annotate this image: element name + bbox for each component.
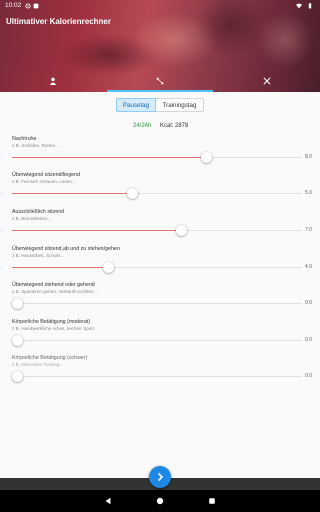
tab-bar bbox=[0, 70, 320, 92]
activity-label: Nachtruhe bbox=[12, 136, 37, 142]
slider-thumb[interactable] bbox=[103, 262, 115, 273]
wifi-icon bbox=[296, 3, 302, 8]
resize-icon bbox=[156, 77, 164, 85]
slider-fill bbox=[12, 193, 133, 194]
header-banner: 10:02 Ultimativer Kalorienrechner bbox=[0, 0, 320, 92]
tab-profile[interactable] bbox=[0, 70, 107, 92]
activity-value: 5.0 bbox=[305, 190, 312, 196]
activity-row: Überwiegend sitzend,ab und zu stehen/geh… bbox=[12, 246, 312, 286]
activity-slider[interactable] bbox=[12, 262, 302, 273]
activity-value: 4.0 bbox=[305, 264, 312, 270]
day-type-selector: Pausetag Trainingstag bbox=[116, 98, 204, 112]
nav-back-button[interactable] bbox=[104, 497, 112, 505]
trainingstag-button[interactable]: Trainingstag bbox=[156, 98, 204, 112]
activity-label: Körperliche Betätigung (schwer) bbox=[12, 355, 88, 361]
activity-row: Nachtruhe z.B. Schlafen, Ruhen... 8.0 bbox=[12, 136, 312, 176]
activity-label: Ausschließlich sitzend bbox=[12, 209, 65, 215]
activity-slider[interactable] bbox=[12, 371, 302, 382]
activity-slider[interactable] bbox=[12, 335, 302, 346]
slider-thumb[interactable] bbox=[175, 225, 187, 236]
back-icon bbox=[105, 497, 111, 505]
activity-label: Überwiegend stehend oder gehend bbox=[12, 282, 95, 288]
activity-value: 7.0 bbox=[305, 227, 312, 233]
activity-label: Überwiegend sitzend/liegend bbox=[12, 172, 81, 178]
activity-value: 0.0 bbox=[305, 300, 312, 306]
status-time: 10:02 bbox=[5, 2, 22, 9]
activity-hint: z.B. Spazieren gehen, Verkäufer,Kellner.… bbox=[12, 289, 98, 294]
activity-slider[interactable] bbox=[12, 225, 302, 236]
tab-nutrition[interactable] bbox=[213, 70, 320, 92]
activity-label: Überwiegend sitzend,ab und zu stehen/geh… bbox=[12, 246, 120, 252]
activity-hint: z.B. Intensives Training... bbox=[12, 362, 64, 367]
activity-row: Ausschließlich sitzend z.B. Büroarbeiten… bbox=[12, 209, 312, 249]
daily-summary: 24/24h Kcal: 2878 bbox=[0, 123, 320, 133]
app-title: Ultimativer Kalorienrechner bbox=[6, 17, 111, 26]
nav-home-button[interactable] bbox=[156, 497, 164, 505]
settings-icon bbox=[25, 2, 31, 9]
notification-icon bbox=[33, 3, 39, 8]
hours-total: 24/24h bbox=[133, 123, 152, 129]
activity-hint: z.B. Hausarbeit, Schule... bbox=[12, 253, 64, 258]
battery-icon bbox=[308, 2, 312, 8]
activity-row: Körperliche Betätigung (moderat) z.B. Ha… bbox=[12, 319, 312, 359]
system-nav-bar bbox=[0, 490, 320, 512]
slider-fill bbox=[12, 267, 109, 268]
activity-slider[interactable] bbox=[12, 298, 302, 309]
slider-thumb[interactable] bbox=[12, 371, 23, 382]
activity-value: 8.0 bbox=[305, 154, 312, 160]
slider-thumb[interactable] bbox=[127, 188, 139, 199]
home-icon bbox=[156, 497, 164, 505]
activity-label: Körperliche Betätigung (moderat) bbox=[12, 319, 91, 325]
activity-hint: z.B. Büroarbeiten... bbox=[12, 216, 52, 221]
cutlery-icon bbox=[263, 77, 271, 85]
activity-row: Körperliche Betätigung (schwer) z.B. Int… bbox=[12, 355, 312, 395]
activity-row: Überwiegend stehend oder gehend z.B. Spa… bbox=[12, 282, 312, 322]
activity-value: 0.0 bbox=[305, 373, 312, 379]
activity-value: 0.0 bbox=[305, 337, 312, 343]
slider-thumb[interactable] bbox=[200, 152, 212, 163]
chevron-right-icon bbox=[157, 472, 164, 482]
person-icon bbox=[50, 77, 57, 85]
slider-thumb[interactable] bbox=[12, 298, 23, 309]
activity-hint: z.B. Fernseh schauen, Lesen... bbox=[12, 179, 76, 184]
activity-slider[interactable] bbox=[12, 152, 302, 163]
nav-recents-button[interactable] bbox=[208, 497, 216, 505]
activity-hint: z.B. Handwerkliche Arbeit, leichter Spor… bbox=[12, 326, 98, 331]
activity-slider[interactable] bbox=[12, 188, 302, 199]
recents-icon bbox=[209, 498, 215, 504]
activity-hint: z.B. Schlafen, Ruhen... bbox=[12, 143, 59, 148]
tab-activity[interactable] bbox=[106, 70, 214, 92]
activity-row: Überwiegend sitzend/liegend z.B. Fernseh… bbox=[12, 172, 312, 212]
kcal-total: Kcal: 2878 bbox=[160, 123, 189, 129]
status-bar: 10:02 bbox=[0, 0, 320, 11]
slider-fill bbox=[12, 157, 207, 158]
slider-thumb[interactable] bbox=[12, 335, 23, 346]
slider-fill bbox=[12, 230, 182, 231]
pausetag-button[interactable]: Pausetag bbox=[116, 98, 156, 112]
next-button[interactable] bbox=[149, 466, 171, 488]
